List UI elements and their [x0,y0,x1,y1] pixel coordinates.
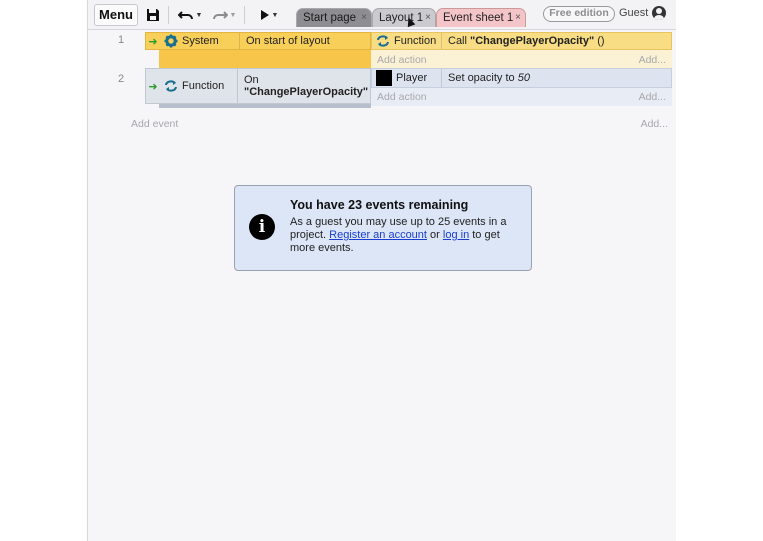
close-icon[interactable]: × [425,9,431,27]
action-row[interactable]: Player Set opacity to 50 [371,68,672,88]
event-block[interactable]: ➜ System On start of layout Function Cal… [145,32,672,70]
info-icon: i [249,214,275,240]
add-button[interactable]: Add... [639,91,666,103]
event-number: 1 [118,34,125,46]
action-object[interactable]: Player [372,69,442,87]
account-icon[interactable] [652,6,666,20]
free-edition-badge[interactable]: Free edition [543,6,615,22]
event-number: 2 [118,73,125,85]
tab-layout-1[interactable]: Layout 1 × [372,8,436,27]
condition-row[interactable]: ➜ System On start of layout [145,32,371,50]
trigger-arrow-icon: ➜ [148,80,158,93]
function-icon [165,80,177,92]
object-name: System [182,35,219,47]
menu-button[interactable]: Menu [94,4,138,26]
redo-icon[interactable]: ▼ [210,5,238,25]
object-name: Function [182,80,225,92]
function-name: "ChangePlayerOpacity" [244,86,369,98]
add-event-link[interactable]: Add event [131,118,178,130]
construct-editor: Menu ▼ ▼ ▼ Start page × Layout 1 × Event… [87,0,676,541]
function-name: "ChangePlayerOpacity" [470,35,595,47]
undo-icon[interactable]: ▼ [176,5,204,25]
condition-object[interactable]: Function [160,69,238,103]
tab-label: Start page [303,12,357,24]
notice-body: As a guest you may use up to 25 events i… [290,216,522,255]
toolbar-divider [168,6,169,24]
chevron-down-icon[interactable]: ▼ [230,12,237,19]
event-shadow [159,104,371,108]
function-icon [377,35,389,47]
events-remaining-notice: i You have 23 events remaining As a gues… [234,185,532,271]
notice-text: or [426,229,443,241]
play-icon[interactable]: ▼ [256,5,282,25]
action-text[interactable]: Call "ChangePlayerOpacity" () [442,35,605,47]
tab-label: Layout 1 [379,12,424,24]
user-label[interactable]: Guest [619,7,648,19]
actions-area[interactable]: Function Call "ChangePlayerOpacity" () A… [371,32,672,70]
close-icon[interactable]: × [361,9,367,27]
chevron-down-icon[interactable]: ▼ [196,12,203,19]
condition-text[interactable]: On "ChangePlayerOpacity" [238,74,368,98]
condition-area[interactable] [159,50,371,70]
condition-object[interactable]: System [160,33,240,49]
main-toolbar: Menu ▼ ▼ ▼ Start page × Layout 1 × Event… [88,0,676,30]
action-prefix: Call [448,35,471,47]
condition-row[interactable]: ➜ Function On "ChangePlayerOpacity" [145,68,371,104]
event-sheet: 1 ➜ System On start of layout Function C… [88,30,676,541]
event-block[interactable]: ➜ Function On "ChangePlayerOpacity" Playe… [145,68,672,108]
add-button[interactable]: Add... [641,118,668,130]
notice-title: You have 23 events remaining [290,198,469,212]
log-in-link[interactable]: log in [443,229,469,241]
chevron-down-icon[interactable]: ▼ [272,12,279,19]
gear-icon [164,34,178,48]
add-button[interactable]: Add... [639,54,666,66]
object-name: Function [394,35,437,47]
add-action-link[interactable]: Add action [377,54,427,66]
condition-line1: On [244,74,259,86]
condition-text[interactable]: On start of layout [240,35,330,47]
toolbar-divider [244,6,245,24]
tab-start-page[interactable]: Start page × [296,8,372,27]
action-row[interactable]: Function Call "ChangePlayerOpacity" () [371,32,672,50]
actions-area[interactable]: Player Set opacity to 50 Add action Add.… [371,68,672,106]
save-icon[interactable] [144,5,162,25]
add-action-link[interactable]: Add action [377,91,427,103]
action-object[interactable]: Function [372,33,442,49]
close-icon[interactable]: × [515,9,521,27]
register-account-link[interactable]: Register an account [329,229,427,241]
trigger-arrow-icon: ➜ [148,35,158,48]
action-text[interactable]: Set opacity to 50 [442,72,530,84]
object-name: Player [396,72,428,84]
tab-event-sheet-1[interactable]: Event sheet 1 × [436,8,526,27]
player-sprite-icon [376,70,392,86]
action-suffix: () [594,35,605,47]
action-prefix: Set opacity to [448,72,518,84]
tab-label: Event sheet 1 [443,12,514,24]
action-value: 50 [517,72,530,84]
